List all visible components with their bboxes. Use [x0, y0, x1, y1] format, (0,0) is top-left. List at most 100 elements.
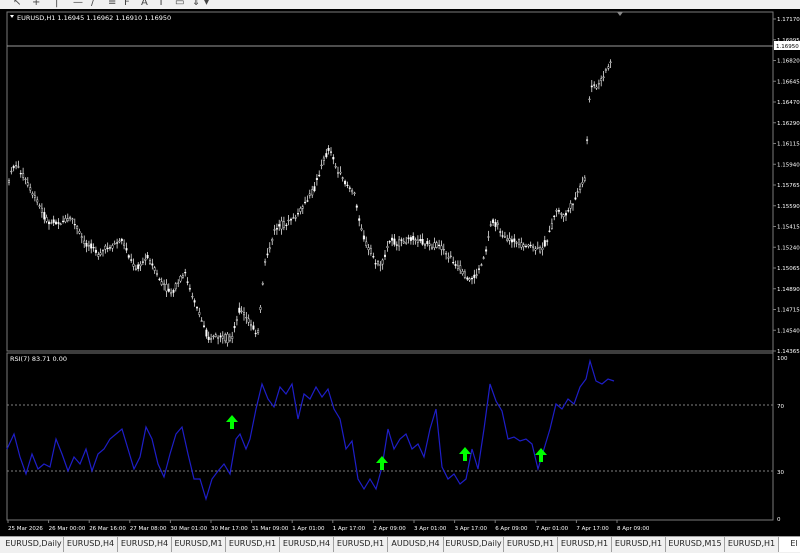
candle-body: [198, 312, 201, 315]
candle-body: [116, 242, 119, 244]
candle-body: [459, 265, 462, 271]
candle-body: [445, 253, 448, 255]
chart-window[interactable]: EURUSD,H1 1.16945 1.16962 1.16910 1.1695…: [0, 9, 800, 536]
candle-body: [377, 261, 380, 265]
candle-body: [17, 166, 20, 168]
candle-body: [294, 217, 297, 219]
fibonacci-icon[interactable]: F: [124, 0, 130, 9]
candle-body: [141, 261, 144, 263]
candle-body: [541, 247, 544, 250]
candle-body: [101, 249, 104, 252]
trendline-icon[interactable]: /: [91, 0, 94, 9]
candle-body: [163, 283, 166, 285]
horizontal-line-icon[interactable]: —: [73, 0, 83, 9]
candle-body: [12, 165, 15, 169]
candle-body: [36, 199, 39, 203]
candle-body: [137, 264, 140, 269]
crosshair-icon[interactable]: +: [32, 0, 40, 9]
chart-tab[interactable]: AUDUSD,H4: [388, 537, 444, 552]
chart-tab[interactable]: EURUSD,H1: [558, 537, 612, 552]
arrows-icon[interactable]: ⇕: [192, 0, 200, 9]
candlestick-series: [7, 59, 612, 347]
candle-body: [299, 208, 302, 212]
candle-body: [442, 248, 445, 251]
time-tick-label: 26 Mar 16:00: [89, 526, 126, 532]
candle-body: [609, 61, 612, 63]
chart-tab[interactable]: EURUSD,H1: [334, 537, 388, 552]
candle-body: [543, 240, 546, 247]
candle-body: [315, 178, 318, 181]
chart-tab[interactable]: EURUSD,H4: [280, 537, 334, 552]
rsi-axis-label-100: 100: [777, 356, 788, 362]
candle-body: [456, 265, 459, 269]
price-tick-label: 1.17170: [777, 17, 800, 23]
candle-body: [546, 240, 549, 242]
candle-body: [520, 242, 523, 248]
candle-body: [510, 239, 513, 243]
price-axis: 1.171701.169951.168201.166451.164701.162…: [773, 17, 800, 355]
chart-shift-marker[interactable]: [617, 12, 623, 16]
candle-body: [90, 243, 93, 249]
chart-tab[interactable]: EURUSD,Daily: [444, 537, 504, 552]
candle-body: [123, 243, 126, 246]
chevron-down-icon[interactable]: ▾: [204, 0, 209, 9]
channel-icon[interactable]: ≡: [108, 0, 116, 9]
buy-signal-arrow: [459, 447, 471, 461]
candle-body: [38, 205, 41, 207]
rectangle-icon[interactable]: ▭: [175, 0, 184, 9]
vertical-line-icon[interactable]: |: [55, 0, 58, 9]
candle-body: [212, 335, 215, 338]
candle-body: [193, 300, 196, 303]
price-tick-label: 1.16290: [777, 121, 800, 127]
candle-body: [414, 239, 417, 241]
candle-body: [130, 259, 133, 261]
cursor-icon[interactable]: ↖: [13, 0, 21, 9]
chart-tab[interactable]: EURUSD,H1: [504, 537, 558, 552]
candle-body: [341, 177, 344, 179]
candle-body: [264, 260, 267, 263]
candle-body: [374, 263, 377, 265]
chart-tab[interactable]: EURUSD,Daily: [4, 537, 64, 552]
chart-tab[interactable]: El: [779, 537, 800, 552]
time-tick-label: 30 Mar 17:00: [211, 526, 248, 532]
candle-body: [266, 253, 269, 256]
chart-tab[interactable]: EURUSD,H4: [118, 537, 172, 552]
candle-body: [463, 271, 466, 278]
time-tick-label: 3 Apr 17:00: [455, 526, 488, 532]
candle-body: [202, 325, 205, 327]
chart-tab[interactable]: EURUSD,H4: [64, 537, 118, 552]
text-icon[interactable]: A: [141, 0, 148, 9]
candle-body: [254, 332, 257, 335]
candle-body: [360, 228, 363, 231]
chart-tab[interactable]: EURUSD,M1: [172, 537, 226, 552]
chart-tab[interactable]: EURUSD,H1: [725, 537, 779, 552]
candle-body: [508, 237, 511, 241]
chart-tab[interactable]: EURUSD,M15: [666, 537, 725, 552]
price-tick-label: 1.14715: [777, 308, 800, 314]
candle-body: [97, 254, 100, 257]
candle-body: [273, 229, 276, 231]
time-tick-label: 27 Mar 08:00: [130, 526, 167, 532]
candle-body: [69, 216, 72, 219]
candle-body: [224, 334, 227, 342]
candle-body: [454, 264, 457, 266]
candle-body: [513, 238, 516, 242]
time-tick-label: 1 Apr 01:00: [292, 526, 325, 532]
chart-tab[interactable]: EURUSD,H1: [612, 537, 666, 552]
candle-body: [583, 177, 586, 181]
label-icon[interactable]: T: [158, 0, 164, 9]
candle-body: [597, 83, 600, 85]
candle-body: [489, 224, 492, 226]
candle-body: [155, 273, 158, 275]
main-plot-frame: [6, 11, 774, 352]
candle-body: [579, 185, 582, 190]
candle-body: [539, 247, 542, 253]
candle-body: [106, 247, 109, 250]
candle-body: [515, 242, 518, 244]
candle-body: [588, 98, 591, 101]
candle-body: [15, 164, 18, 167]
chart-menu-icon[interactable]: [10, 15, 14, 18]
candle-body: [170, 292, 173, 295]
candle-body: [362, 235, 365, 240]
chart-tab[interactable]: EURUSD,H1: [226, 537, 280, 552]
